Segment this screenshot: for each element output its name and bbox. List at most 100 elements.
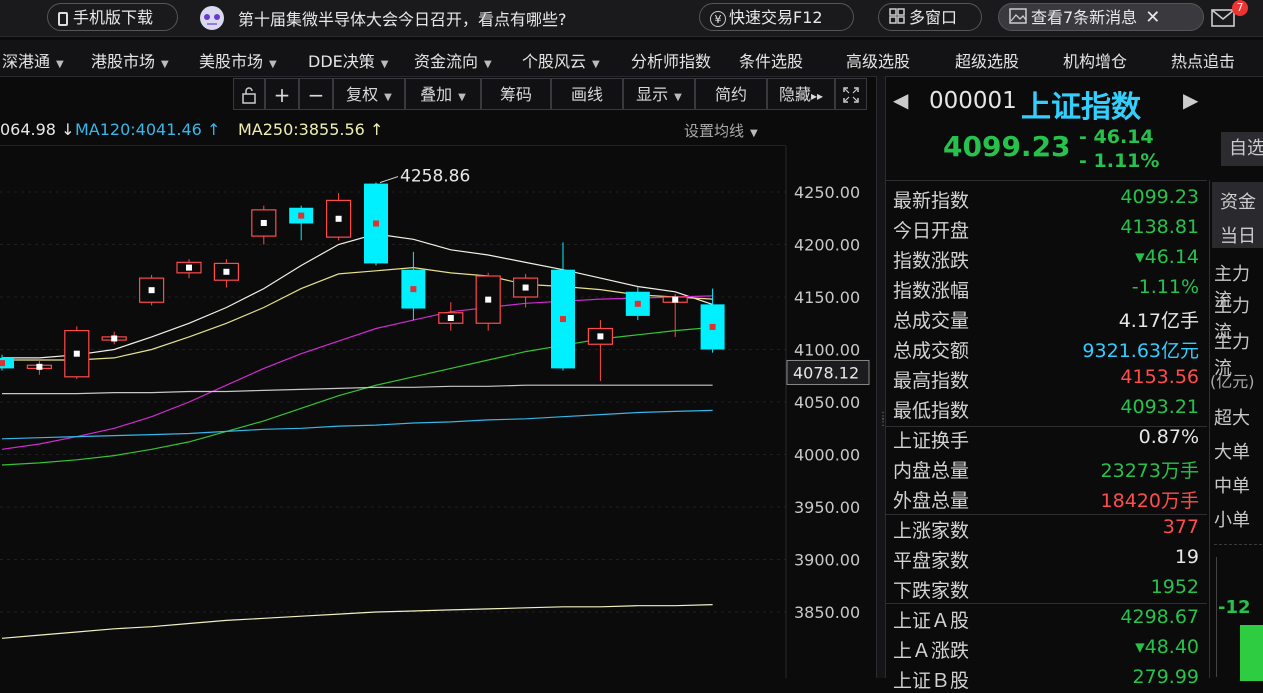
stat-value: 1952 — [1150, 576, 1199, 598]
ma-line — [2, 266, 713, 361]
stat-label: 平盘家数 — [893, 550, 970, 572]
stat-value: 377 — [1162, 516, 1199, 538]
stat-value: 23273万手 — [1100, 460, 1199, 482]
close-icon[interactable]: ✕ — [1145, 7, 1160, 28]
divider — [885, 514, 1207, 515]
stat-value: 4093.21 — [1120, 396, 1199, 418]
stat-label: 下跌家数 — [893, 580, 970, 602]
axis-line — [1216, 557, 1217, 677]
divider — [885, 180, 1207, 181]
stat-value: ▾48.40 — [1135, 636, 1199, 658]
quote-panel: ◀ 000001 上证指数 ▶ 4099.23 - 46.14 - 1.11% … — [885, 76, 1263, 692]
stat-value: 4.17亿手 — [1118, 310, 1199, 332]
stat-value: 0.87% — [1138, 426, 1199, 448]
stat-value: 4153.56 — [1120, 366, 1199, 388]
candle-marker — [522, 284, 529, 291]
unit-label: (亿元) — [1210, 372, 1255, 391]
stat-label: 今日开盘 — [893, 220, 970, 242]
stat-label: 总成交量 — [893, 310, 970, 332]
next-stock-icon[interactable]: ▶ — [1183, 88, 1198, 112]
candle-marker — [148, 287, 155, 294]
price-change: - 46.14 — [1079, 126, 1154, 148]
today-tab[interactable]: 当日 — [1220, 222, 1256, 248]
large-order-label: 大单 — [1214, 442, 1250, 463]
candle-marker — [36, 363, 43, 370]
stat-value: 279.99 — [1132, 666, 1199, 688]
stat-value: 19 — [1174, 546, 1199, 568]
stat-label: 上证换手 — [893, 430, 970, 452]
candle-marker — [634, 300, 641, 307]
candle-marker — [709, 323, 716, 330]
candle-marker — [298, 212, 305, 219]
stat-label: 总成交额 — [893, 340, 970, 362]
y-tick-label: 4100.00 — [794, 341, 860, 360]
candle-marker — [186, 264, 192, 271]
stock-code: 000001 — [929, 88, 1017, 114]
kline-chart[interactable]: 4258.86 4250.00 4200.00 4150.00 4100.00 4050… — [0, 0, 876, 678]
stat-value: 18420万手 — [1100, 490, 1199, 512]
mail-badge: 7 — [1232, 0, 1248, 16]
multi-window-button[interactable]: 多窗口 — [878, 3, 982, 31]
ma-line — [1, 295, 713, 450]
current-price-label: 4078.12 — [793, 363, 859, 382]
y-tick-label: 4150.00 — [794, 288, 860, 307]
candle-marker — [560, 316, 566, 323]
y-tick-label: 4250.00 — [794, 183, 860, 202]
stat-label: 上Ａ涨跌 — [893, 640, 970, 662]
menu-institution[interactable]: 机构增仓 — [1063, 48, 1127, 72]
y-tick-label: 3900.00 — [794, 551, 860, 570]
candle-marker — [260, 219, 267, 226]
stat-value: ▾46.14 — [1135, 246, 1199, 268]
stat-label: 最低指数 — [893, 400, 970, 422]
y-tick-label: 4000.00 — [794, 446, 860, 465]
ma-line — [1, 409, 713, 440]
stat-label: 指数涨跌 — [893, 250, 970, 272]
high-annotation: 4258.86 — [400, 167, 470, 187]
medium-order-label: 中单 — [1214, 476, 1250, 497]
flow-bar-value: -12 — [1218, 597, 1251, 618]
flow-bar — [1240, 625, 1263, 681]
candle-marker — [223, 268, 230, 275]
candle-marker — [410, 286, 417, 293]
price-change-pct: - 1.11% — [1079, 150, 1160, 172]
stock-name: 上证指数 — [1021, 90, 1141, 125]
divider — [885, 603, 1207, 604]
candle-marker — [111, 335, 118, 342]
candle-marker — [73, 350, 80, 357]
last-price: 4099.23 — [943, 130, 1071, 163]
ma-line — [2, 384, 713, 395]
stat-label: 上涨家数 — [893, 520, 970, 542]
flow-bar-chart: -12 — [1214, 544, 1263, 681]
stat-label: 外盘总量 — [893, 490, 970, 512]
stat-value: 4298.67 — [1120, 606, 1199, 628]
stat-label: 上证Ｂ股 — [893, 670, 970, 692]
high-annotation-arrow — [379, 176, 399, 184]
candle-marker — [335, 215, 342, 222]
fund-flow-side-panel: 资金 当日 主力流 主力流 主力流 (亿元) 超大 大单 中单 小单 -12 — [1209, 180, 1263, 681]
image-icon — [1009, 5, 1027, 33]
candle-marker — [447, 315, 454, 321]
y-tick-label: 4050.00 — [794, 393, 860, 412]
y-tick-label: 3850.00 — [794, 603, 860, 622]
candle-marker — [597, 333, 604, 340]
stat-label: 内盘总量 — [893, 460, 970, 482]
candle-marker — [672, 296, 679, 303]
candle-marker — [373, 220, 379, 227]
stat-label: 上证Ａ股 — [893, 610, 970, 632]
stat-label: 指数涨幅 — [893, 280, 970, 302]
add-watchlist-button[interactable]: 自选 — [1221, 132, 1263, 166]
menu-super-select[interactable]: 超级选股 — [955, 48, 1019, 72]
candle-marker — [0, 360, 5, 367]
stat-label: 最高指数 — [893, 370, 970, 392]
ma-line — [1, 604, 713, 639]
stat-value: 4138.81 — [1120, 216, 1199, 238]
new-messages-button[interactable]: 查看7条新消息 ✕ — [998, 3, 1204, 31]
divider — [885, 426, 1207, 427]
ma-line — [1, 326, 713, 466]
prev-stock-icon[interactable]: ◀ — [893, 88, 908, 112]
menu-hotspot[interactable]: 热点追击 — [1171, 48, 1235, 72]
stat-value: -1.11% — [1131, 276, 1199, 298]
fund-tab[interactable]: 资金 — [1220, 188, 1256, 214]
stat-value: 4099.23 — [1120, 186, 1199, 208]
stat-label: 最新指数 — [893, 190, 970, 212]
